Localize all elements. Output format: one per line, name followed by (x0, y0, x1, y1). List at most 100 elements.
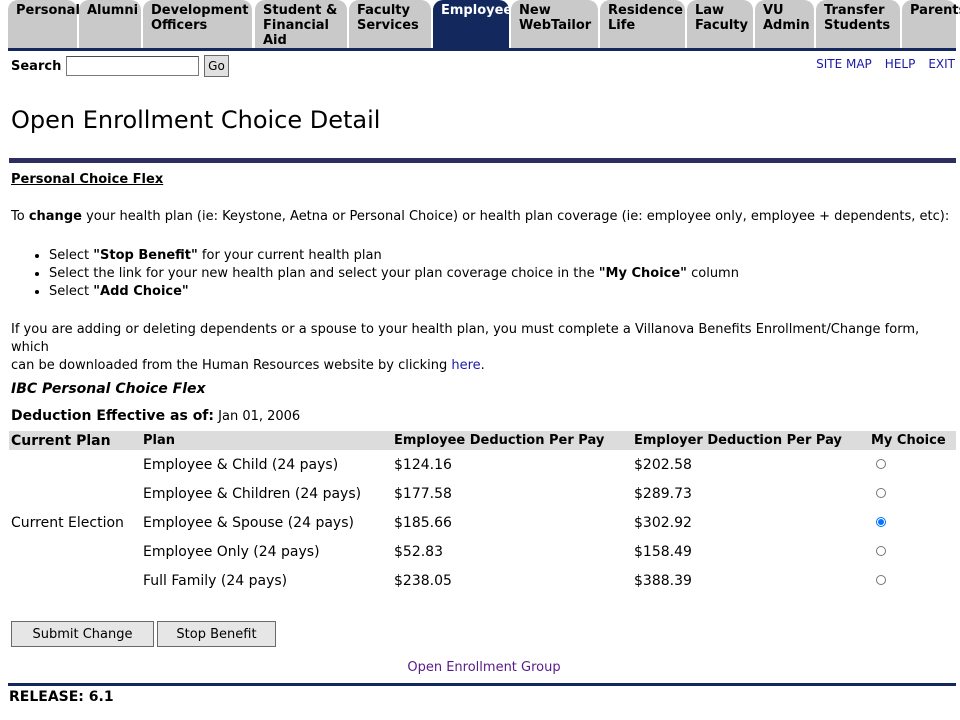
tab-label: Employee (441, 3, 513, 18)
instruction-list: Select "Stop Benefit" for your current h… (11, 247, 739, 301)
tab-bar: Personal Alumni Development Officers Stu… (8, 0, 960, 50)
employer-deduction-cell: $302.92 (634, 514, 692, 531)
top-links: SITE MAP HELP EXIT (803, 57, 955, 71)
title-divider (9, 158, 956, 163)
column-header: Employee Deduction Per Pay (392, 431, 632, 450)
employee-deduction-cell: $52.83 (394, 543, 443, 560)
bottom-divider (8, 683, 956, 686)
effective-date: Deduction Effective as of: Jan 01, 2006 (11, 408, 300, 424)
tab-faculty-services[interactable]: Faculty Services (349, 0, 431, 48)
tab-vu-admin[interactable]: VU Admin (755, 0, 814, 48)
table-row: Employee & Children (24 pays) $177.58 $2… (9, 479, 956, 508)
column-header: Plan (141, 431, 392, 450)
plan-cell: Full Family (24 pays) (143, 572, 288, 589)
release-label: RELEASE: 6.1 (9, 689, 114, 705)
choice-radio[interactable] (876, 458, 886, 469)
step-bold: "Add Choice" (93, 284, 189, 299)
list-item: Select "Stop Benefit" for your current h… (49, 247, 739, 265)
employee-deduction-cell: $124.16 (394, 456, 452, 473)
note-line-1: If you are adding or deleting dependents… (11, 322, 920, 355)
submit-change-button[interactable]: Submit Change (11, 621, 154, 647)
column-header: Employer Deduction Per Pay (632, 431, 869, 450)
step-bold: "My Choice" (598, 266, 687, 281)
employer-deduction-cell: $202.58 (634, 456, 692, 473)
tab-new-webtailor[interactable]: New WebTailor (511, 0, 598, 48)
tab-alumni[interactable]: Alumni (79, 0, 141, 48)
choice-radio[interactable] (876, 545, 886, 556)
site-map-link[interactable]: SITE MAP (816, 57, 872, 71)
my-choice-cell (869, 508, 956, 537)
employee-deduction-cell: $185.66 (394, 514, 452, 531)
tab-label: VU Admin (763, 3, 810, 33)
employer-deduction-cell: $388.39 (634, 572, 692, 589)
choice-radio[interactable] (876, 574, 886, 585)
tab-personal[interactable]: Personal (8, 0, 80, 48)
employee-deduction-cell: $177.58 (394, 485, 452, 502)
step-post: column (686, 266, 739, 281)
dependents-note: If you are adding or deleting dependents… (11, 321, 951, 375)
plan-table: Current Plan Plan Employee Deduction Per… (9, 431, 956, 595)
my-choice-cell (869, 566, 956, 595)
plan-cell: Employee & Children (24 pays) (143, 485, 362, 502)
tab-residence-life[interactable]: Residence Life (600, 0, 685, 48)
table-row: Employee Only (24 pays) $52.83 $158.49 (9, 537, 956, 566)
table-row: Employee & Child (24 pays) $124.16 $202.… (9, 450, 956, 479)
hr-form-link[interactable]: here (451, 358, 480, 373)
tab-employee[interactable]: Employee (433, 0, 513, 48)
go-button[interactable]: Go (204, 55, 229, 77)
step-pre: Select (49, 248, 94, 263)
current-plan-cell (9, 537, 141, 566)
search-label: Search (11, 59, 62, 74)
plan-cell: Employee & Spouse (24 pays) (143, 514, 354, 531)
intro-pre: To (11, 209, 29, 224)
tab-label: New WebTailor (519, 3, 592, 33)
effective-value: Jan 01, 2006 (218, 409, 301, 424)
tab-label: Faculty Services (357, 3, 419, 33)
plan-name: IBC Personal Choice Flex (11, 381, 206, 397)
tab-label: Law Faculty (695, 3, 748, 33)
choice-radio[interactable] (876, 516, 886, 527)
column-header: My Choice (869, 431, 956, 450)
plan-cell: Employee Only (24 pays) (143, 543, 320, 560)
step-pre: Select the link for your new health plan… (49, 266, 599, 281)
current-plan-cell (9, 479, 141, 508)
tab-development-officers[interactable]: Development Officers (143, 0, 252, 48)
help-link[interactable]: HELP (885, 57, 916, 71)
page-title: Open Enrollment Choice Detail (11, 106, 381, 134)
search-input[interactable] (66, 56, 199, 76)
intro-bold: change (28, 209, 82, 224)
my-choice-cell (869, 479, 956, 508)
step-pre: Select (49, 284, 94, 299)
effective-label: Deduction Effective as of: (11, 408, 214, 424)
table-row: Current Election Employee & Spouse (24 p… (9, 508, 956, 537)
my-choice-cell (869, 450, 956, 479)
step-post: for your current health plan (197, 248, 382, 263)
current-plan-cell: Current Election (11, 514, 124, 531)
column-header: Current Plan (9, 431, 141, 450)
table-header-row: Current Plan Plan Employee Deduction Per… (9, 431, 956, 450)
section-heading: Personal Choice Flex (11, 172, 164, 187)
note-end: . (480, 358, 485, 373)
tab-label: Parents (910, 3, 960, 18)
tab-label: Development Officers (151, 3, 249, 33)
note-line-2: can be downloaded from the Human Resourc… (11, 358, 452, 373)
open-enrollment-group-link[interactable]: Open Enrollment Group (407, 660, 560, 675)
list-item: Select the link for your new health plan… (49, 265, 739, 283)
tab-underline (8, 48, 956, 51)
tab-label: Residence Life (608, 3, 683, 33)
tab-law-faculty[interactable]: Law Faculty (687, 0, 753, 48)
tab-parents[interactable]: Parents (902, 0, 960, 48)
tab-label: Transfer Students (824, 3, 891, 33)
choice-radio[interactable] (876, 487, 886, 498)
tab-label: Student & Financial Aid (263, 3, 338, 48)
stop-benefit-button[interactable]: Stop Benefit (157, 621, 276, 647)
tab-student-financial-aid[interactable]: Student & Financial Aid (255, 0, 347, 48)
employee-deduction-cell: $238.05 (394, 572, 452, 589)
plan-cell: Employee & Child (24 pays) (143, 456, 339, 473)
list-item: Select "Add Choice" (49, 283, 739, 301)
tab-label: Alumni (87, 3, 139, 18)
tab-transfer-students[interactable]: Transfer Students (816, 0, 900, 48)
my-choice-cell (869, 537, 956, 566)
group-link-wrapper: Open Enrollment Group (0, 660, 960, 675)
exit-link[interactable]: EXIT (928, 57, 955, 71)
